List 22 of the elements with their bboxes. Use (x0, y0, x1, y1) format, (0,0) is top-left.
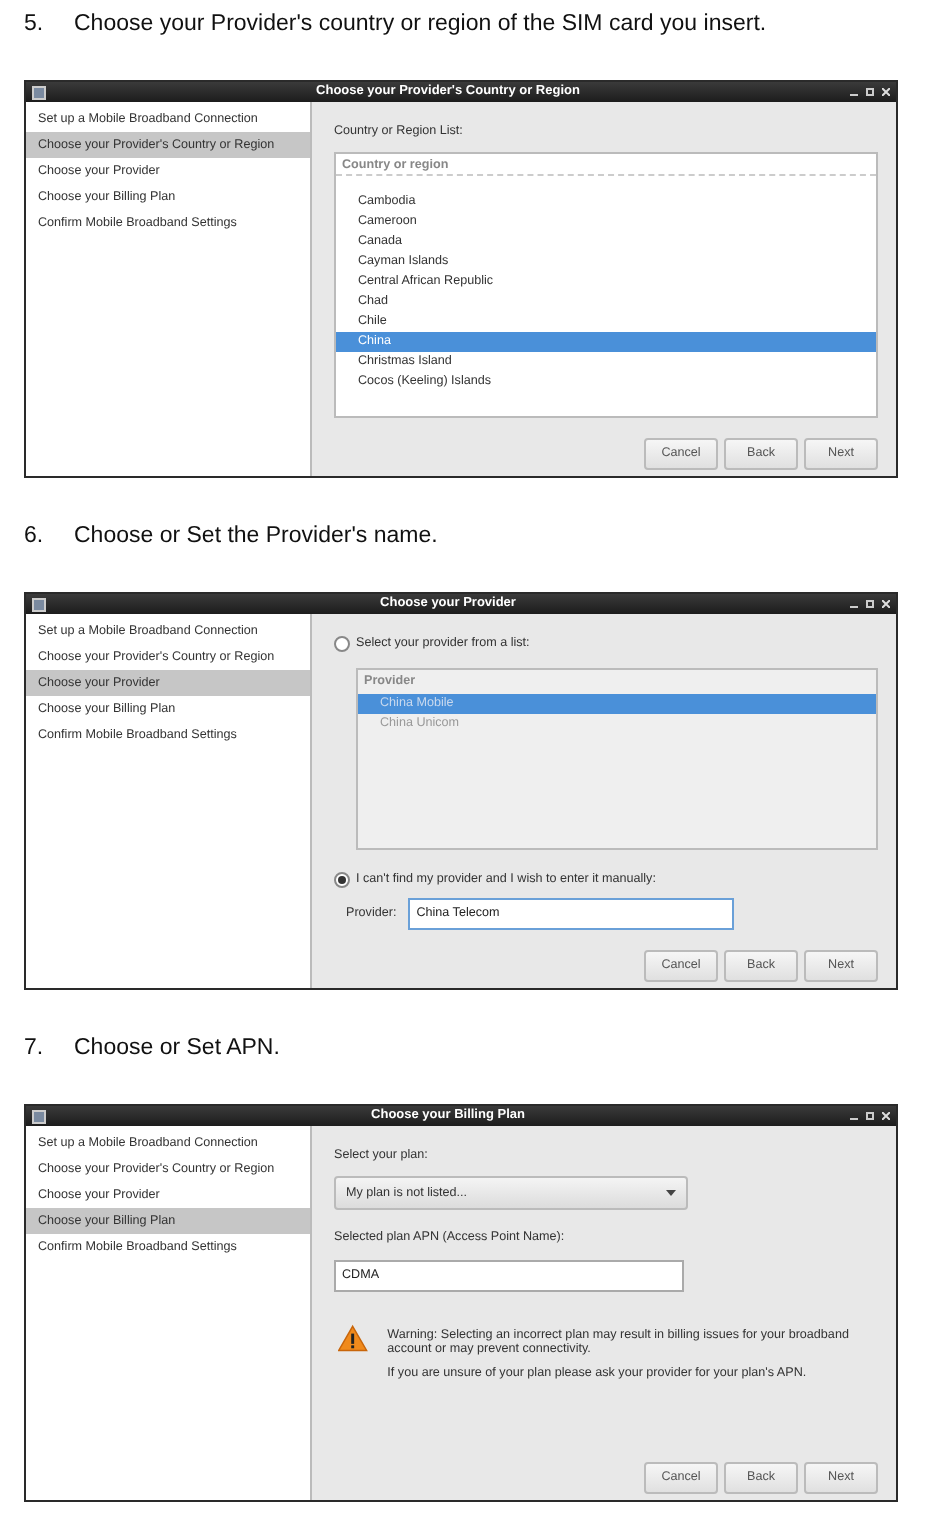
close-icon[interactable] (882, 88, 890, 96)
radio-button[interactable] (334, 872, 350, 889)
close-icon[interactable] (882, 600, 890, 608)
caret-icon (666, 1190, 676, 1197)
maximize-icon[interactable] (866, 1112, 874, 1120)
maximize-icon[interactable] (866, 88, 874, 96)
minimize-icon[interactable] (850, 88, 858, 96)
app-icon (32, 597, 46, 611)
warning-icon (338, 1319, 368, 1356)
step-text: Choose or Set the Provider's name. (74, 522, 438, 553)
radio-button[interactable] (334, 635, 350, 652)
close-icon[interactable] (882, 1112, 890, 1120)
step-text: Choose or Set APN. (74, 1034, 280, 1065)
minimize-icon[interactable] (850, 1112, 858, 1120)
step-number: 5. (24, 10, 46, 41)
maximize-icon[interactable] (866, 600, 874, 608)
step-text: Choose your Provider's country or region of the SIM card you insert. (74, 10, 767, 41)
app-icon (32, 1109, 46, 1123)
minimize-icon[interactable] (850, 600, 858, 608)
app-icon (32, 85, 46, 99)
step-number: 7. (24, 1034, 46, 1065)
step-number: 6. (24, 522, 46, 553)
